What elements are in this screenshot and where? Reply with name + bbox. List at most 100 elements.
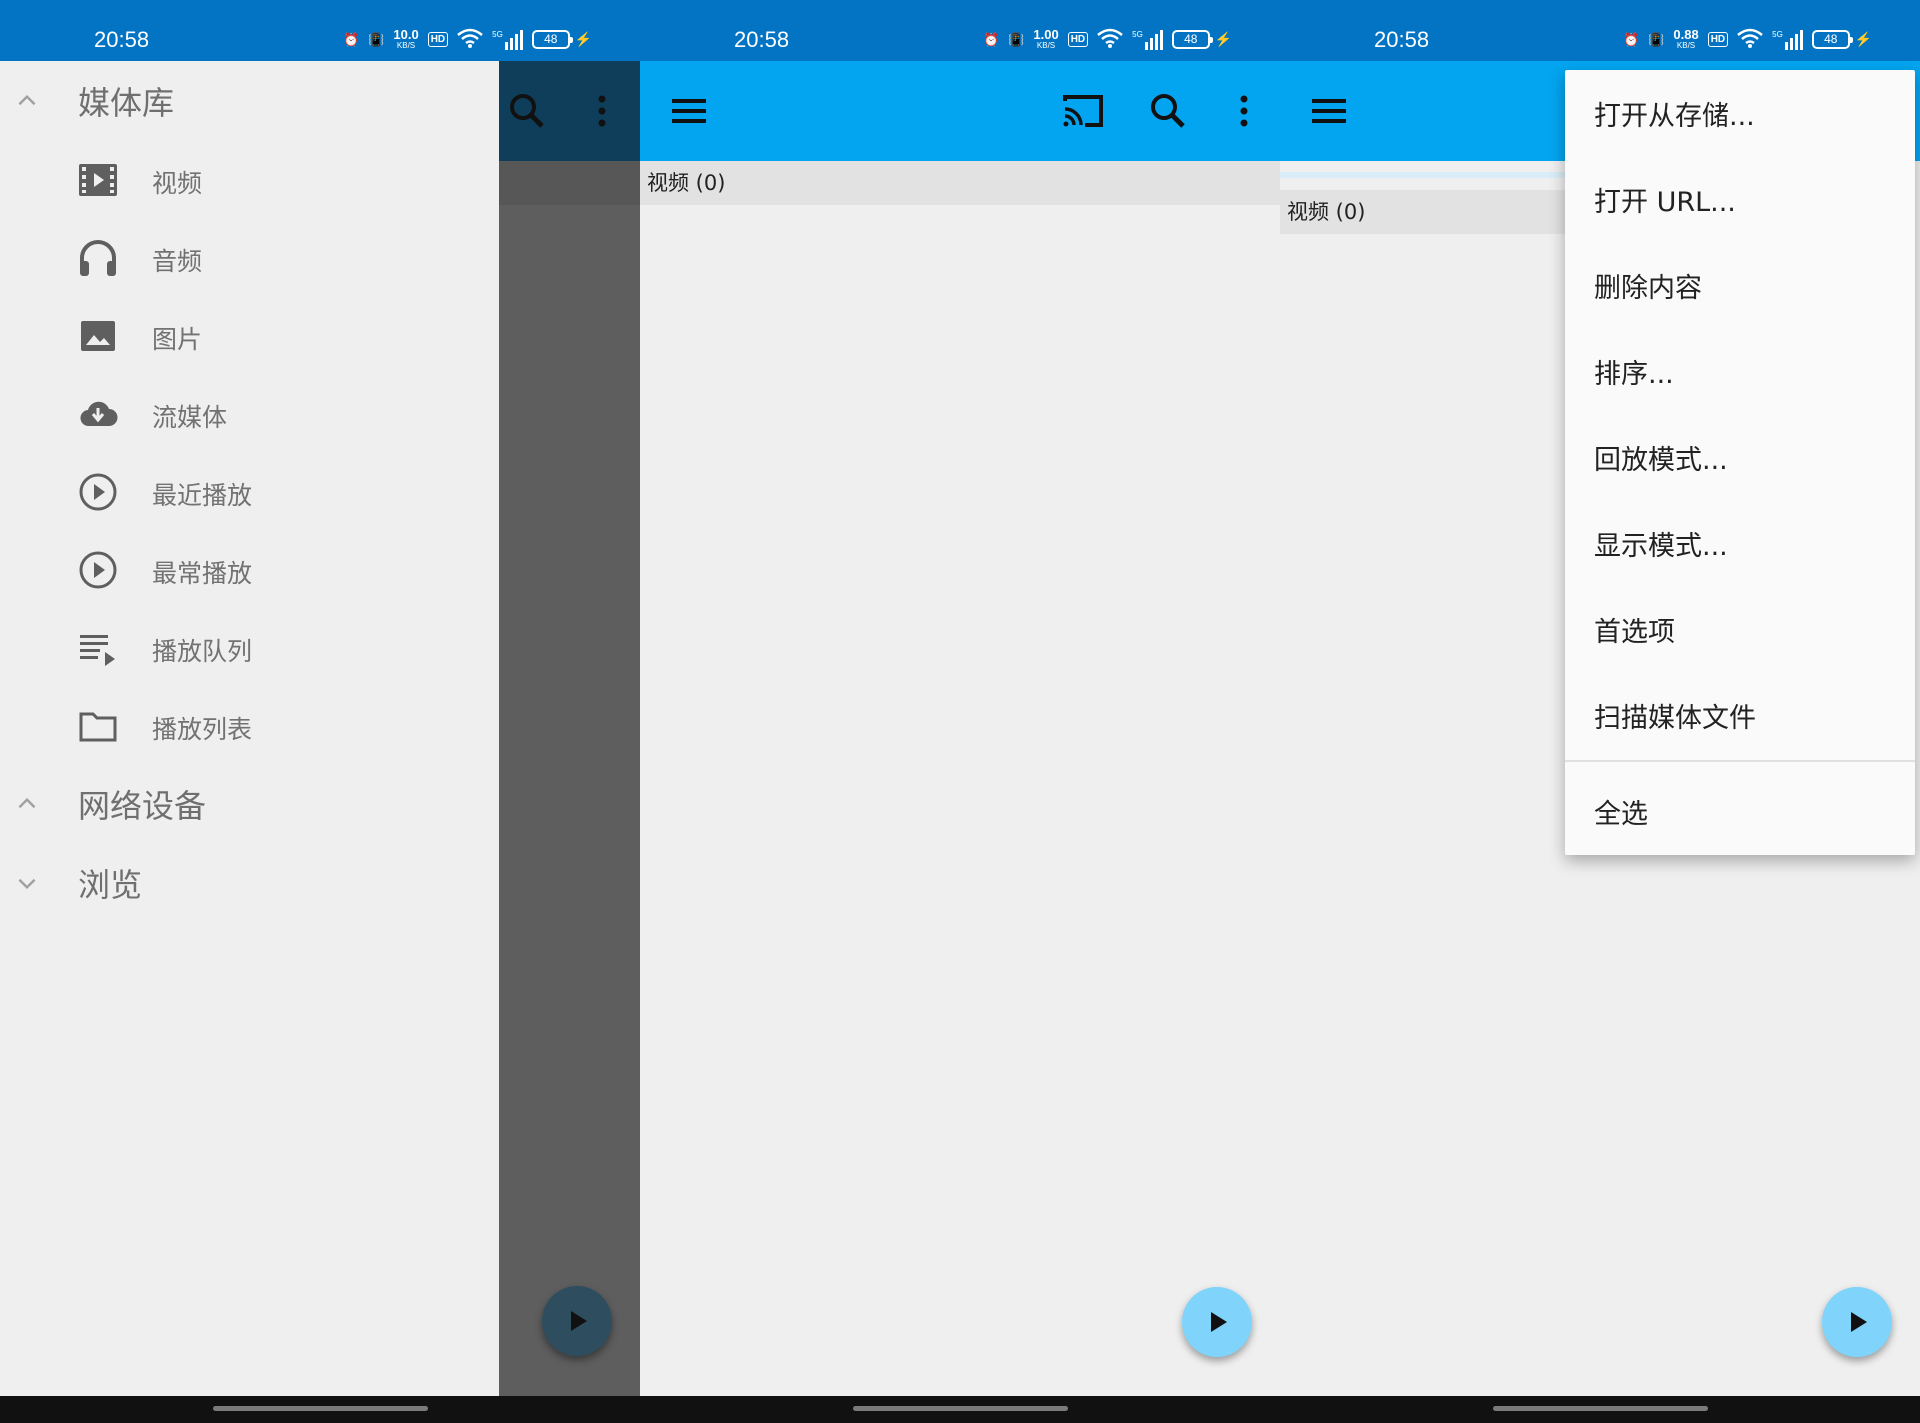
signal-icon: 5G xyxy=(492,29,523,50)
status-icons: ⏰ 📳 10.0 KB/S HD 5G 48 ⚡ xyxy=(343,28,592,51)
drawer-item-playlists[interactable]: 播放列表 xyxy=(0,690,499,762)
drawer-item-label: 图片 xyxy=(152,325,203,354)
charging-icon: ⚡ xyxy=(1854,31,1873,47)
status-bar: 20:58 ⏰ 📳 10.0 KB/S HD 5G 48 ⚡ xyxy=(0,0,640,61)
group-label: 媒体库 xyxy=(78,84,175,122)
drawer-item-label: 音频 xyxy=(152,247,203,276)
cloud-download-icon xyxy=(80,401,118,427)
drawer-item-video[interactable]: 视频 xyxy=(0,144,499,216)
app-toolbar xyxy=(640,61,1280,161)
wifi-icon xyxy=(1737,28,1763,51)
menu-item-sort[interactable]: 排序... xyxy=(1565,328,1915,414)
menu-item-label: 打开 URL... xyxy=(1594,187,1736,218)
vibrate-icon: 📳 xyxy=(1008,31,1025,47)
status-time: 20:58 xyxy=(734,27,790,52)
drawer-item-label: 播放列表 xyxy=(152,715,253,744)
overflow-menu: 打开从存储... 打开 URL... 删除内容 排序... 回放模式... 显示… xyxy=(1565,70,1915,855)
list-subheader: 视频 (0) xyxy=(1280,190,1580,234)
menu-divider xyxy=(1565,760,1915,762)
menu-item-label: 打开从存储... xyxy=(1594,101,1755,132)
play-fab[interactable] xyxy=(1182,1287,1252,1357)
menu-item-label: 回放模式... xyxy=(1594,445,1728,476)
signal-icon: 5G xyxy=(1132,29,1163,50)
drawer-item-queue[interactable]: 播放队列 xyxy=(0,612,499,684)
home-indicator[interactable] xyxy=(1493,1406,1708,1411)
menu-item-preferences[interactable]: 首选项 xyxy=(1565,586,1915,672)
drawer-scrim[interactable] xyxy=(499,61,640,1396)
battery-icon: 48 xyxy=(531,30,573,49)
play-icon xyxy=(1851,1312,1867,1332)
more-vert-icon[interactable] xyxy=(1222,89,1266,133)
drawer-item-label: 流媒体 xyxy=(152,403,228,432)
status-icons: ⏰ 📳 0.88 KB/S HD 5G 48 ⚡ xyxy=(1623,28,1872,51)
screen-video-list: 20:58 ⏰ 📳 1.00 KB/S HD 5G 48 ⚡ 视频 (0) xyxy=(640,0,1280,1423)
group-media-library[interactable]: 媒体库 xyxy=(0,66,499,136)
group-browse[interactable]: 浏览 xyxy=(0,848,499,918)
screen-drawer-open: 20:58 ⏰ 📳 10.0 KB/S HD 5G 48 ⚡ 媒体库 视频 音频… xyxy=(0,0,640,1423)
alarm-icon: ⏰ xyxy=(983,31,1000,47)
menu-item-delete[interactable]: 删除内容 xyxy=(1565,242,1915,328)
chevron-down-icon[interactable] xyxy=(14,870,40,896)
system-nav-bar xyxy=(640,1396,1280,1423)
drawer-item-recent[interactable]: 最近播放 xyxy=(0,456,499,528)
menu-icon[interactable] xyxy=(1307,89,1351,133)
hd-icon: HD xyxy=(427,32,449,47)
headphones-icon xyxy=(80,240,116,276)
drawer-item-label: 最近播放 xyxy=(152,481,253,510)
drawer-item-audio[interactable]: 音频 xyxy=(0,222,499,294)
chevron-up-icon[interactable] xyxy=(14,88,40,114)
menu-item-open-storage[interactable]: 打开从存储... xyxy=(1565,70,1915,156)
status-icons: ⏰ 📳 1.00 KB/S HD 5G 48 ⚡ xyxy=(983,28,1232,51)
status-time: 20:58 xyxy=(1374,27,1430,52)
vibrate-icon: 📳 xyxy=(368,31,385,47)
menu-item-select-all[interactable]: 全选 xyxy=(1565,768,1915,854)
search-icon xyxy=(510,94,544,128)
play-fab[interactable] xyxy=(1822,1287,1892,1357)
drawer-item-label: 视频 xyxy=(152,169,203,198)
menu-item-label: 扫描媒体文件 xyxy=(1594,703,1756,734)
wifi-icon xyxy=(1097,28,1123,51)
status-bar: 20:58 ⏰ 📳 1.00 KB/S HD 5G 48 ⚡ xyxy=(640,0,1280,61)
navigation-drawer: 媒体库 视频 音频 图片 流媒体 最近播放 最常播放 播放队列 播放列表 网络设… xyxy=(0,61,499,1396)
dimmed-subheader xyxy=(499,161,640,205)
hd-icon: HD xyxy=(1067,32,1089,47)
menu-icon[interactable] xyxy=(667,89,711,133)
home-indicator[interactable] xyxy=(853,1406,1068,1411)
dimmed-toolbar xyxy=(499,61,640,161)
charging-icon: ⚡ xyxy=(1214,31,1233,47)
network-speed: 10.0 KB/S xyxy=(393,26,419,50)
menu-item-playback-mode[interactable]: 回放模式... xyxy=(1565,414,1915,500)
menu-item-open-url[interactable]: 打开 URL... xyxy=(1565,156,1915,242)
home-indicator[interactable] xyxy=(213,1406,428,1411)
play-icon xyxy=(571,1311,587,1331)
drawer-item-streaming[interactable]: 流媒体 xyxy=(0,378,499,450)
system-nav-bar xyxy=(1280,1396,1920,1423)
group-network-devices[interactable]: 网络设备 xyxy=(0,769,499,839)
cast-icon[interactable] xyxy=(1061,89,1105,133)
signal-icon: 5G xyxy=(1772,29,1803,50)
menu-item-display-mode[interactable]: 显示模式... xyxy=(1565,500,1915,586)
drawer-item-images[interactable]: 图片 xyxy=(0,300,499,372)
system-nav-bar xyxy=(0,1396,640,1423)
play-fab-dimmed xyxy=(542,1286,612,1356)
drawer-item-most-played[interactable]: 最常播放 xyxy=(0,534,499,606)
status-bar: 20:58 ⏰ 📳 0.88 KB/S HD 5G 48 ⚡ xyxy=(1280,0,1920,61)
menu-item-label: 全选 xyxy=(1594,799,1648,830)
drawer-item-label: 播放队列 xyxy=(152,637,253,666)
alarm-icon: ⏰ xyxy=(1623,31,1640,47)
group-label: 浏览 xyxy=(78,866,143,904)
status-time: 20:58 xyxy=(94,27,150,52)
hd-icon: HD xyxy=(1707,32,1729,47)
vibrate-icon: 📳 xyxy=(1648,31,1665,47)
network-speed: 1.00 KB/S xyxy=(1033,26,1059,50)
play-icon xyxy=(1211,1312,1227,1332)
search-icon[interactable] xyxy=(1146,89,1190,133)
chevron-up-icon[interactable] xyxy=(14,791,40,817)
video-icon xyxy=(79,164,117,196)
wifi-icon xyxy=(457,28,483,51)
menu-item-scan-media[interactable]: 扫描媒体文件 xyxy=(1565,672,1915,758)
menu-item-label: 首选项 xyxy=(1594,617,1675,648)
battery-icon: 48 xyxy=(1811,30,1853,49)
folder-icon xyxy=(79,712,117,742)
group-label: 网络设备 xyxy=(78,787,207,825)
